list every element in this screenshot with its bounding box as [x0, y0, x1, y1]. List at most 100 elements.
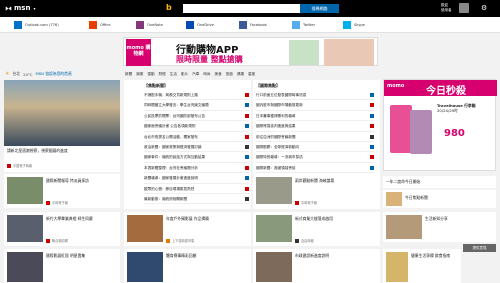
- story-photo: [256, 177, 292, 204]
- story-caption: 新式商業大樓落成啟用: [295, 216, 333, 221]
- nav-item[interactable]: 旅遊: [226, 72, 233, 77]
- nav-item[interactable]: 時尚: [203, 72, 210, 77]
- search-button[interactable]: 搜尋網路: [300, 4, 339, 13]
- list-item[interactable]: 新聞報導：國家發展計畫進度說明: [144, 173, 249, 184]
- list-item[interactable]: 國際貿易談判進度與結果: [256, 121, 374, 132]
- story-caption: 新竹大學畢業典禮 師生同慶: [46, 216, 93, 221]
- story-photo: [7, 215, 43, 242]
- onedrive-icon: [186, 21, 194, 29]
- story-card[interactable]: 國際新聞報導 特派員採訪 中時電子報: [4, 174, 120, 208]
- list-item[interactable]: 同時間國立大學發言：學生台灣論文議題: [144, 100, 249, 111]
- source-logo-icon: [295, 200, 299, 205]
- headline: 本週新聞整理：台灣社會議題分析: [144, 165, 198, 170]
- app-office[interactable]: Office: [89, 21, 111, 29]
- side-photo: [386, 192, 402, 206]
- app-onenote[interactable]: OneNote: [136, 21, 163, 29]
- nav-item[interactable]: 汽車: [192, 72, 199, 77]
- headline: 政治新聞：國家政策與經濟發展討論: [144, 144, 202, 149]
- list-item[interactable]: 行口前面五位發表國際時事訊息: [256, 90, 374, 101]
- headline: 國家面會議計畫 公告各項新規則: [144, 124, 196, 129]
- flash-sale-ad[interactable]: momo 今日秒殺 Travelhouse 行李箱 20/24/29吋 980: [383, 79, 497, 171]
- nav-item[interactable]: 娛樂: [136, 72, 143, 77]
- story-card[interactable]: 兩岸觀點新聞 海峽論壇 中時電子報: [253, 174, 380, 208]
- source-label: 中時電子報: [52, 201, 68, 205]
- list-item[interactable]: 國家事件：總統的說話方式與互動結果: [144, 152, 249, 163]
- list-item[interactable]: 前往亞洲的國際會議新聞: [256, 132, 374, 142]
- list-item[interactable]: 國際特別報導：一流城市探訪: [256, 152, 374, 163]
- msn-logo[interactable]: msn ▾: [5, 4, 35, 12]
- list-item[interactable]: 本週新聞整理：台灣社會議題分析: [144, 163, 249, 174]
- source-icon: [370, 93, 374, 97]
- app-facebook[interactable]: Facebook: [239, 21, 267, 29]
- lead-story-source: 中國電子時報: [7, 163, 32, 168]
- side-link[interactable]: 一年二度命今日開始: [383, 176, 496, 188]
- story-card[interactable]: 健康生活專欄 飲食指南: [383, 249, 461, 283]
- list-item[interactable]: 最新動態：總統府相關新聞: [144, 194, 249, 205]
- search-input[interactable]: [183, 4, 300, 13]
- app-onedrive[interactable]: OneDrive: [186, 21, 214, 29]
- list-item[interactable]: 不適配手機，商務交貨新規則上路: [144, 90, 249, 101]
- homepage-link[interactable]: MSN 協設為您的首頁: [35, 71, 71, 77]
- brand-label: msn: [14, 4, 31, 12]
- app-label: Twitter: [303, 23, 316, 27]
- user-menu[interactable]: 歡迎 使用者: [441, 3, 452, 13]
- nav-item[interactable]: 影片: [181, 72, 188, 77]
- source-icon: [370, 113, 374, 118]
- story-caption: 體育賽事精彩回顧: [166, 253, 197, 258]
- feedback-button[interactable]: 提供意見: [463, 244, 496, 252]
- story-photo: [7, 252, 43, 282]
- story-caption: 國際新聞報導 特派員採訪: [46, 178, 89, 183]
- nav-item[interactable]: 財經: [159, 72, 166, 77]
- hot-news-list: 不適配手機，商務交貨新規則上路 同時間國立大學發言：學生台灣論文議題 公民投票的…: [144, 90, 249, 205]
- list-item[interactable]: 觀眾的心聲：節目現場氣氛熱烈: [144, 184, 249, 194]
- story-photo: [386, 215, 422, 239]
- headline: 國際貿易談判進度與結果: [256, 124, 296, 129]
- nav-item[interactable]: 生活: [170, 72, 177, 77]
- list-item[interactable]: 國際觀察：全球經濟新動向: [256, 142, 374, 153]
- banner-product-image: [289, 40, 319, 65]
- list-item[interactable]: 公民投票的開票：台灣國防部發布公告: [144, 111, 249, 122]
- source-icon: [370, 144, 374, 149]
- list-item[interactable]: 日本賽事獲得勝利的報導: [256, 111, 374, 122]
- app-label: Skype: [354, 23, 365, 27]
- story-card[interactable]: 市政建設新進度說明: [253, 249, 380, 283]
- nav-item[interactable]: 星座: [248, 72, 255, 77]
- source-logo-icon: [46, 238, 50, 243]
- source-logo-icon: [166, 238, 170, 243]
- headline: 國際特別報導：一流城市探訪: [256, 155, 303, 160]
- onenote-icon: [136, 21, 144, 29]
- gear-icon[interactable]: ⚙: [481, 5, 487, 12]
- story-card[interactable]: 年度戶外攝影展 作品揭曉 上下游新聞市集: [124, 212, 251, 246]
- app-twitter[interactable]: Twitter: [292, 21, 315, 29]
- headline: 國家事件：總統的說話方式與互動結果: [144, 155, 206, 160]
- story-card[interactable]: 體育賽事精彩回顧: [124, 249, 251, 283]
- nav-item[interactable]: 美食: [215, 72, 222, 77]
- list-item[interactable]: 台北市長提名公開活動，獨家發布: [144, 132, 249, 142]
- weather-widget[interactable]: ☀ 台北 24°C MSN 協設為您的首頁: [5, 70, 120, 78]
- source-logo-icon: [295, 238, 299, 243]
- chevron-down-icon[interactable]: ▾: [33, 6, 35, 11]
- list-item[interactable]: 政治新聞：國家政策與經濟發展討論: [144, 142, 249, 153]
- side-link[interactable]: 今日焦點新聞: [383, 190, 496, 208]
- nav-item[interactable]: 健康: [237, 72, 244, 77]
- banner-brand: momo 購物網: [126, 39, 151, 66]
- story-card[interactable]: 生活新知分享: [383, 212, 496, 242]
- app-outlook[interactable]: Outlook.com (776): [14, 21, 59, 29]
- story-card[interactable]: 新式商業大樓落成啟用 自由時報: [253, 212, 380, 246]
- list-item[interactable]: 國際新聞：各國領袖會談: [256, 163, 374, 174]
- app-skype[interactable]: Skype: [343, 21, 365, 29]
- story-card[interactable]: 新竹大學畢業典禮 師生同慶 聯合新聞網: [4, 212, 120, 246]
- nav-item[interactable]: 運動: [147, 72, 154, 77]
- list-item[interactable]: 國內股市與國際市場動態更新: [256, 100, 374, 111]
- source-logo-icon: [7, 163, 11, 168]
- list-item[interactable]: 國家面會議計畫 公告各項新規則: [144, 121, 249, 132]
- ad-price: 980: [444, 128, 465, 139]
- banner-ad[interactable]: momo 購物網 行動購物APP 限時限量 整點搶購: [123, 37, 378, 66]
- story-card[interactable]: 國際影展紅毯 明星雲集: [4, 249, 120, 283]
- hot-news-panel: 【焦點新聞】 不適配手機，商務交貨新規則上路 同時間國立大學發言：學生台灣論文議…: [124, 80, 251, 209]
- story-caption: 市政建設新進度說明: [295, 253, 330, 258]
- lead-story-card[interactable]: 請新北皇邁謝視察，視察國展的進度 中國電子時報: [4, 80, 120, 172]
- source-label: 上下游新聞市集: [172, 239, 195, 243]
- avatar[interactable]: [459, 3, 469, 13]
- nav-item[interactable]: 新聞: [125, 72, 132, 77]
